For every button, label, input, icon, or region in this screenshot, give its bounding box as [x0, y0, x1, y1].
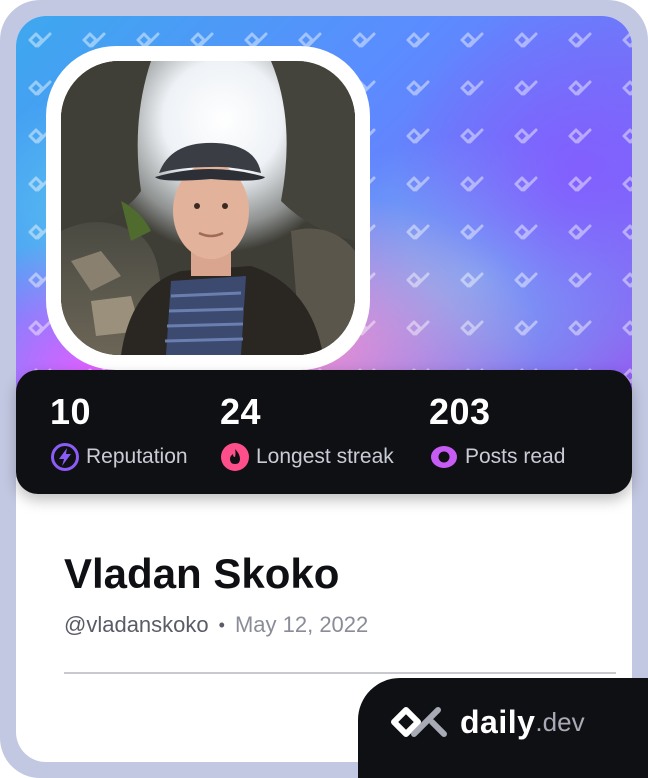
- stat-streak-value: 24: [220, 391, 262, 432]
- avatar[interactable]: [61, 61, 355, 355]
- profile-meta: @vladanskoko • May 12, 2022: [64, 610, 368, 640]
- stat-reputation-value: 10: [50, 391, 92, 432]
- stat-reputation: 10 Reputation: [50, 388, 188, 472]
- brand-tld: .dev: [535, 706, 585, 737]
- stat-posts-read: 203 Posts read: [429, 388, 565, 472]
- meta-separator: •: [218, 615, 225, 635]
- brand-logo[interactable]: daily .dev: [388, 702, 585, 742]
- flame-icon: [221, 443, 249, 471]
- avatar-frame: [46, 46, 370, 370]
- stat-posts-label: Posts read: [465, 445, 566, 468]
- stat-streak-label: Longest streak: [256, 445, 394, 468]
- brand-tab[interactable]: daily .dev: [358, 678, 648, 778]
- stat-posts-value: 203: [429, 391, 491, 432]
- avatar-photo: [61, 61, 355, 355]
- profile-handle[interactable]: @vladanskoko: [64, 610, 209, 640]
- eye-icon: [431, 446, 457, 468]
- daily-dev-logo-icon: [391, 707, 447, 737]
- brand-name: daily: [460, 703, 536, 740]
- joined-date: May 12, 2022: [234, 612, 369, 637]
- divider: [64, 672, 616, 674]
- stat-longest-streak: 24 Longest streak: [220, 388, 394, 472]
- stats-bar: 10 Reputation 24 Longest streak 203 Post…: [16, 370, 632, 494]
- stat-reputation-label: Reputation: [86, 445, 188, 468]
- profile-name: Vladan Skoko: [64, 550, 340, 597]
- lightning-icon: [51, 443, 79, 471]
